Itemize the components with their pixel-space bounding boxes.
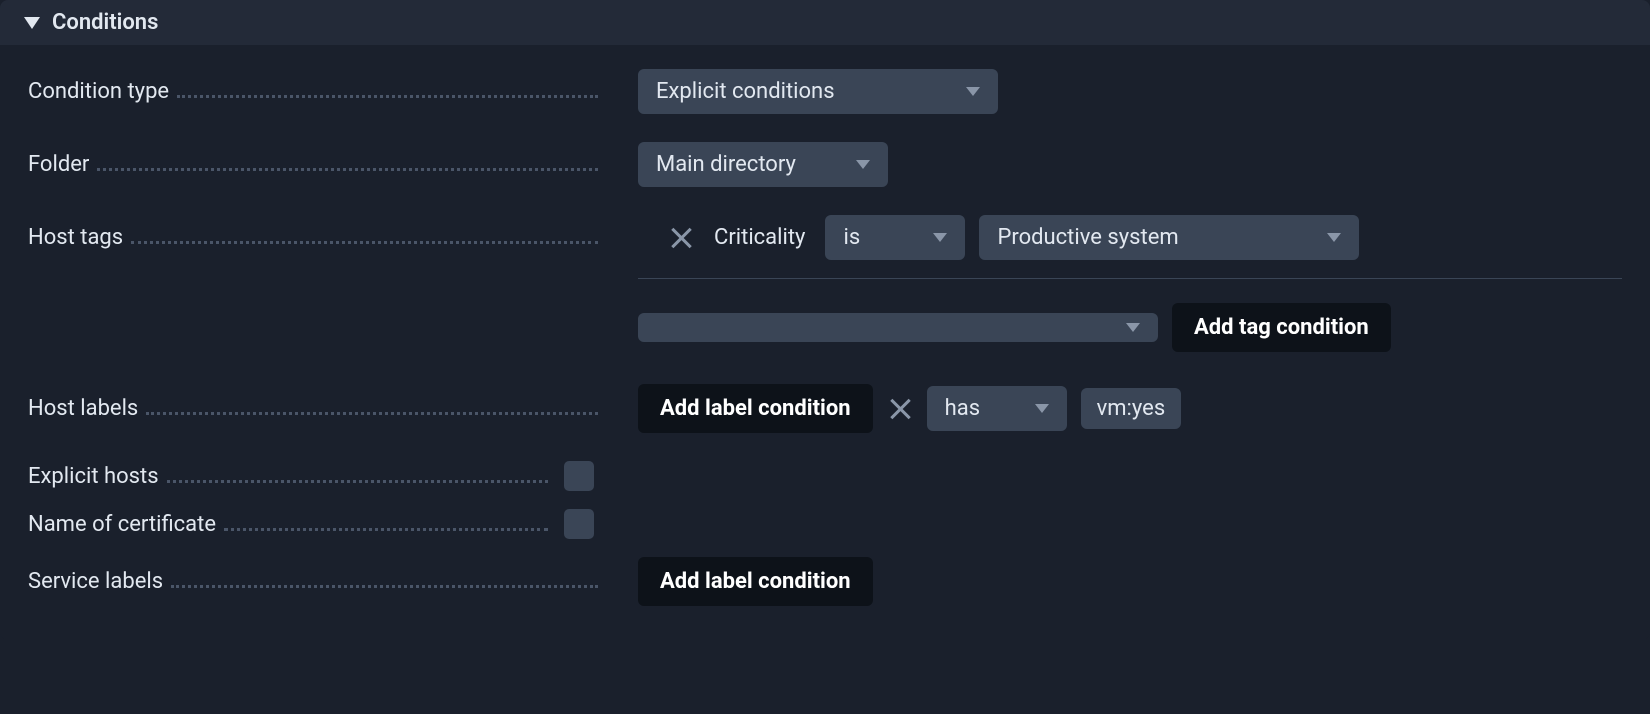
label-condition-type: Condition type [28,79,177,104]
dots [131,241,598,244]
collapse-icon [24,17,40,29]
conditions-panel: Conditions Condition type Explicit condi… [0,0,1650,640]
remove-tag-icon[interactable] [668,225,694,251]
checkbox-name-of-certificate[interactable] [564,509,594,539]
chevron-down-icon [966,87,980,96]
select-value: is [843,225,860,250]
label-host-labels: Host labels [28,396,146,421]
row-name-of-certificate: Name of certificate [28,509,1622,539]
select-condition-type[interactable]: Explicit conditions [638,69,998,114]
select-new-tag-group[interactable] [638,313,1158,342]
select-tag-value[interactable]: Productive system [979,215,1359,260]
chevron-down-icon [1327,233,1341,242]
panel-content: Condition type Explicit conditions Folde… [0,45,1650,640]
add-host-label-condition-button[interactable]: Add label condition [638,384,873,433]
row-condition-type: Condition type Explicit conditions [28,69,1622,114]
row-host-tags: Host tags Criticality is Productive syst… [28,215,1622,260]
label-pill[interactable]: vm:yes [1081,388,1182,429]
remove-label-icon[interactable] [887,396,913,422]
add-tag-condition-button[interactable]: Add tag condition [1172,303,1391,352]
dots [177,95,598,98]
dots [171,585,598,588]
chevron-down-icon [1035,404,1049,413]
row-explicit-hosts: Explicit hosts [28,461,1622,491]
label-name-of-certificate: Name of certificate [28,512,224,537]
label-explicit-hosts: Explicit hosts [28,464,167,489]
dots [224,528,548,531]
chevron-down-icon [1126,323,1140,332]
label-host-tags: Host tags [28,225,131,250]
select-folder[interactable]: Main directory [638,142,888,187]
select-tag-operator[interactable]: is [825,215,965,260]
row-service-labels: Service labels Add label condition [28,557,1622,606]
dots [97,168,598,171]
dots [167,480,548,483]
panel-header[interactable]: Conditions [0,0,1650,45]
row-folder: Folder Main directory [28,142,1622,187]
dots [146,412,598,415]
panel-title: Conditions [52,10,158,35]
label-folder: Folder [28,152,97,177]
row-host-labels: Host labels Add label condition has vm:y… [28,384,1622,433]
select-value: Main directory [656,152,796,177]
checkbox-explicit-hosts[interactable] [564,461,594,491]
add-service-label-condition-button[interactable]: Add label condition [638,557,873,606]
tag-group-label: Criticality [708,225,811,250]
select-value: Explicit conditions [656,79,835,104]
chevron-down-icon [856,160,870,169]
tag-subsection: Add tag condition [28,278,1622,352]
select-value: has [945,396,980,421]
select-label-operator[interactable]: has [927,386,1067,431]
select-value: Productive system [997,225,1178,250]
divider [638,278,1622,279]
label-service-labels: Service labels [28,569,171,594]
chevron-down-icon [933,233,947,242]
